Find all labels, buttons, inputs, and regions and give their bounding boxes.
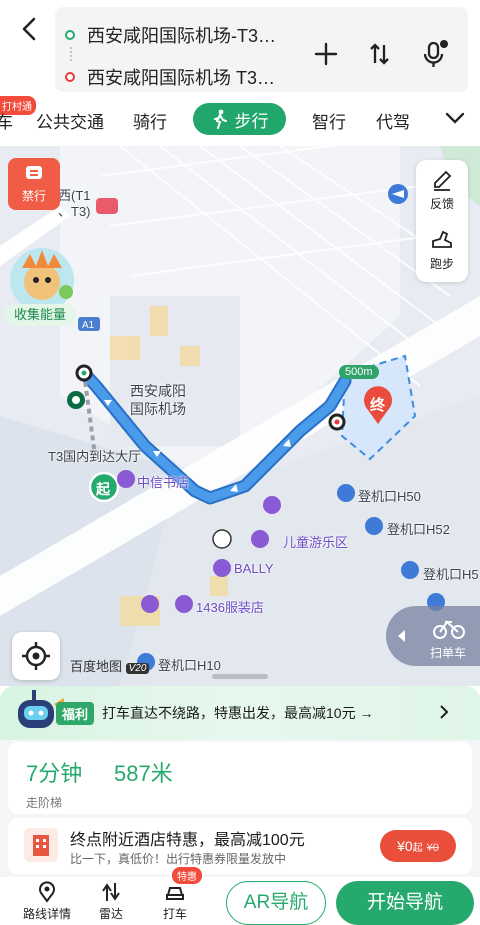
walk-distance: 587米 <box>114 761 173 786</box>
gate-h52-label[interactable]: 登机口H52 <box>387 519 450 538</box>
poi-clothes-store[interactable]: 1436服装店 <box>196 597 264 616</box>
hotel-deal-card[interactable]: 终点附近酒店特惠，最高减100元 比一下，真低价！出行特惠券限量发放中 ¥0起 … <box>8 818 472 874</box>
end-location-text: 西安咸阳国际机场 T3… <box>87 68 276 88</box>
map-label-terminal: 西(T1 、T3) <box>58 188 91 219</box>
start-location-field[interactable]: 西安咸阳国际机场-T3… <box>65 23 276 47</box>
pencil-icon <box>434 170 452 191</box>
taxi-label: 打车 <box>162 907 187 921</box>
baidu-map-watermark: 百度地图 V20 <box>70 656 150 675</box>
hotel-price-suffix: 起 <box>412 843 423 854</box>
route-summary-card[interactable]: 7分钟 587米 走阶梯 <box>8 742 472 814</box>
running-shoe-icon <box>432 230 452 248</box>
taxi-button[interactable]: 打车 <box>150 881 200 922</box>
route-connector <box>70 47 72 61</box>
map-side-tools: 反馈 跑步 <box>416 160 468 282</box>
swap-icon[interactable] <box>365 39 395 69</box>
start-navigation-button[interactable]: 开始导航 <box>336 881 474 925</box>
radar-button[interactable]: 雷达 <box>86 881 136 922</box>
scan-bike-label: 扫单车 <box>430 646 467 660</box>
walk-time: 7分钟 <box>26 761 83 786</box>
hotel-icon <box>24 828 58 862</box>
route-summary-sheet: 7分钟 587米 走阶梯 终点附近酒店特惠，最高减100元 比一下，真低价！出行… <box>0 740 480 925</box>
hotel-deal-title: 终点附近酒店特惠，最高减100元 <box>70 832 305 849</box>
feedback-button[interactable]: 反馈 <box>416 160 468 220</box>
gate-h10-label[interactable]: 登机口H10 <box>158 655 221 674</box>
hotel-price-button[interactable]: ¥0起 ¥0 <box>380 830 456 862</box>
baidu-version-badge: V20 <box>125 663 150 674</box>
end-dot-icon <box>65 72 75 82</box>
stairs-note: 走阶梯 <box>26 796 63 810</box>
distance-chip: 500m <box>339 365 379 379</box>
locate-icon[interactable] <box>12 632 60 680</box>
sheet-drag-handle[interactable] <box>212 674 268 679</box>
ar-navigation-button[interactable]: AR导航 <box>226 881 326 925</box>
road-sign-a1: A1 <box>82 320 95 331</box>
end-location-field[interactable]: 西安咸阳国际机场 T3… <box>65 65 275 89</box>
tab-transit[interactable]: 公共交通 <box>36 108 104 133</box>
no-passage-label: 禁行 <box>21 188 46 203</box>
add-waypoint-icon[interactable] <box>311 39 341 69</box>
map-label-t3-hall: T3国内到达大厅 <box>48 449 142 464</box>
hotel-price: ¥0 <box>397 838 413 854</box>
promo-text: 打车直达不绕路，特惠出发，最高减10元 → <box>102 705 374 721</box>
tab-cycling[interactable]: 骑行 <box>133 108 167 133</box>
map-view[interactable]: 西(T1 、T3) A1 西安咸阳 国际机场 T3国内到达大厅 起 中信书店 儿… <box>0 146 480 686</box>
collapse-left-icon <box>398 630 405 642</box>
end-marker-text: 终 <box>370 397 386 414</box>
swap-route-icon <box>102 883 120 901</box>
map-label-airport: 西安咸阳 国际机场 <box>130 383 186 417</box>
hotel-deal-subtitle: 比一下，真低价！出行特惠券限量发放中 <box>70 852 287 866</box>
tab-smart[interactable]: 智行 <box>312 108 346 133</box>
hotel-price-old: ¥0 <box>426 842 439 854</box>
route-detail-button[interactable]: 路线详情 <box>22 881 72 922</box>
poi-bally[interactable]: BALLY <box>234 561 274 576</box>
route-input-box: 西安咸阳国际机场-T3… 西安咸阳国际机场 T3… <box>55 7 468 92</box>
radar-label: 雷达 <box>98 907 123 921</box>
walking-icon <box>213 109 227 129</box>
bottom-action-bar: 路线详情 雷达 特惠 打车 AR导航 开始导航 <box>0 867 480 925</box>
route-header: 西安咸阳国际机场-T3… 西安咸阳国际机场 T3… <box>0 0 480 96</box>
poi-kids-area[interactable]: 儿童游乐区 <box>283 532 348 551</box>
welfare-tag: 福利 <box>56 702 95 725</box>
microphone-icon[interactable] <box>419 39 449 69</box>
start-location-text: 西安咸阳国际机场-T3… <box>87 26 276 46</box>
tab-car-partial[interactable]: 车 <box>0 108 13 133</box>
tab-driver[interactable]: 代驾 <box>376 108 410 133</box>
travel-mode-tabs: 打村通 车 公共交通 骑行 步行 智行 代驾 <box>0 96 480 146</box>
pin-icon <box>39 881 55 903</box>
running-button[interactable]: 跑步 <box>416 220 468 280</box>
taxi-promo-banner[interactable]: 福利 打车直达不绕路，特惠出发，最高减10元 → <box>0 686 480 740</box>
start-marker: 起 <box>96 481 110 497</box>
chevron-right-icon[interactable] <box>438 704 450 720</box>
route-detail-label: 路线详情 <box>22 907 71 921</box>
bike-icon <box>433 620 465 639</box>
gate-h50-label[interactable]: 登机口H50 <box>358 486 421 505</box>
chevron-down-icon[interactable] <box>444 110 466 126</box>
collect-energy-label[interactable]: 收集能量 <box>4 304 76 326</box>
taxi-icon <box>166 887 184 900</box>
running-label: 跑步 <box>429 256 454 271</box>
start-dot-icon <box>65 30 75 40</box>
back-arrow-icon[interactable] <box>14 12 44 46</box>
tab-walking-label: 步行 <box>234 111 269 131</box>
no-passage-icon <box>26 165 42 179</box>
feedback-label: 反馈 <box>429 196 454 211</box>
scan-bike-button[interactable]: 扫单车 <box>386 606 480 666</box>
poi-citic-bookstore[interactable]: 中信书店 <box>137 472 189 491</box>
baidu-map-text: 百度地图 <box>70 659 123 674</box>
tab-walking[interactable]: 步行 <box>193 103 286 135</box>
no-passage-button[interactable]: 禁行 <box>8 158 60 210</box>
gate-h5x-label[interactable]: 登机口H5 <box>423 564 479 583</box>
